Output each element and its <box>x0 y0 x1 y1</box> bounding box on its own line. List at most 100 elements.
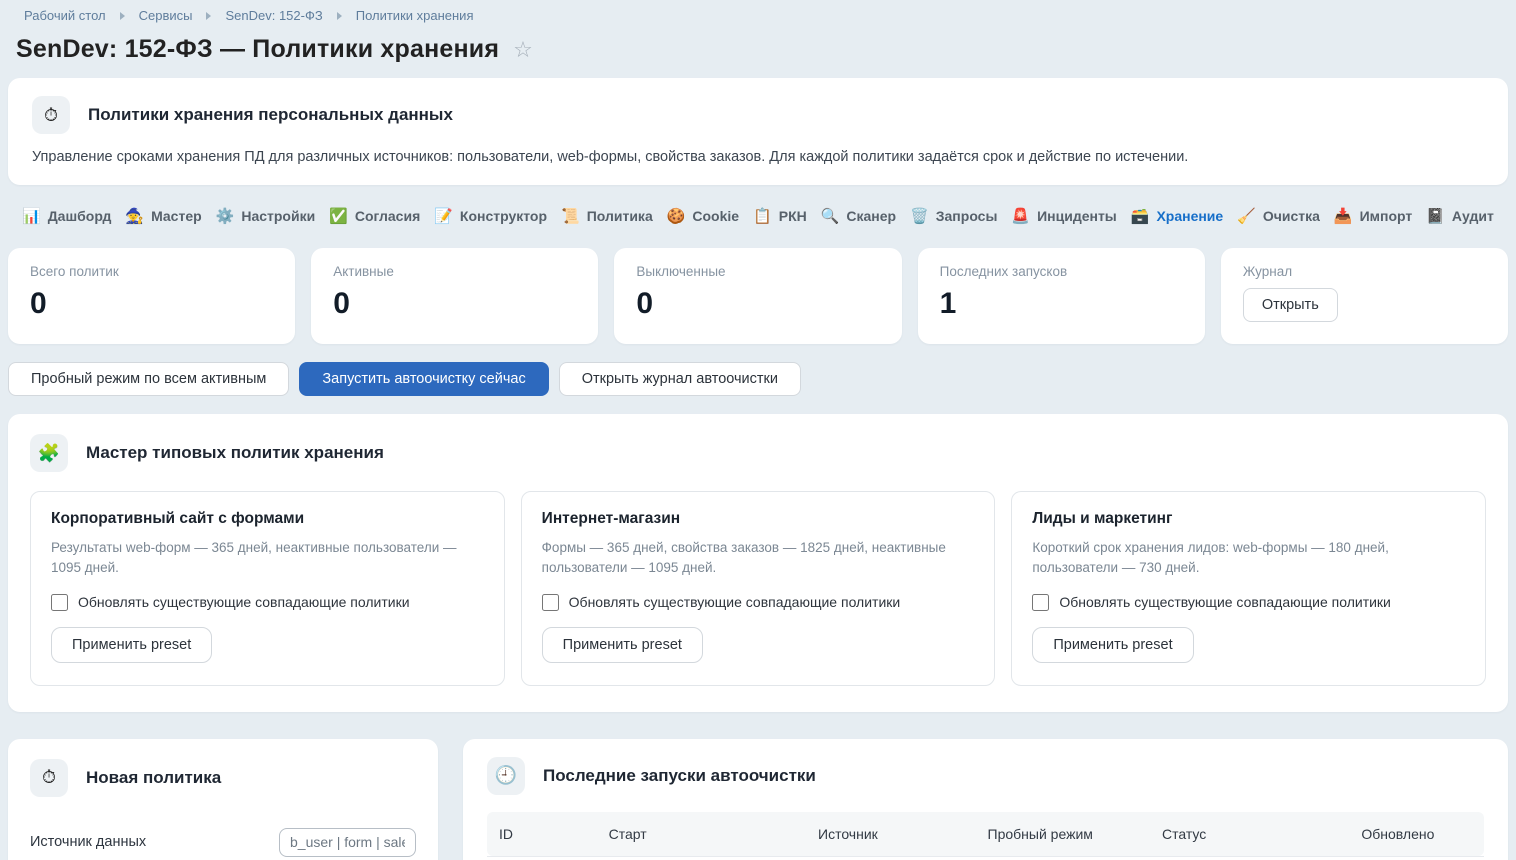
preset-card-leads: Лиды и маркетинг Короткий срок хранения … <box>1011 491 1486 686</box>
table-row: 1 20.03.2026 09:57:47 agent Нет Завершён… <box>487 856 1484 860</box>
tab-audit[interactable]: 📓Аудит <box>1426 207 1494 225</box>
page-title: SenDev: 152-ФЗ — Политики хранения <box>16 35 499 64</box>
puzzle-icon: 🧩 <box>30 434 68 472</box>
open-cleanup-journal-button[interactable]: Открыть журнал автоочистки <box>559 362 801 396</box>
apply-preset-button[interactable]: Применить preset <box>1032 627 1193 663</box>
memo-icon: 📝 <box>434 207 453 225</box>
new-policy-card: ⏱ Новая политика Источник данных Тип сущ… <box>8 739 438 860</box>
tab-cleanup[interactable]: 🧹Очистка <box>1237 207 1320 225</box>
apply-preset-button[interactable]: Применить preset <box>51 627 212 663</box>
tab-scanner[interactable]: 🔍Сканер <box>821 207 896 225</box>
stat-label: Активные <box>333 264 576 279</box>
scroll-icon: 📜 <box>561 207 580 225</box>
field-label: Источник данных <box>30 834 146 850</box>
stat-disabled: Выключенные 0 <box>614 248 901 344</box>
stat-active: Активные 0 <box>311 248 598 344</box>
run-dry-run: Нет <box>976 856 1150 860</box>
actions-row: Пробный режим по всем активным Запустить… <box>8 362 1508 396</box>
tab-dashboard[interactable]: 📊Дашборд <box>22 207 111 225</box>
runs-table: ID Старт Источник Пробный режим Статус О… <box>487 812 1484 860</box>
trash-icon: 🗑️ <box>910 207 929 225</box>
run-autocleanup-button[interactable]: Запустить автоочистку сейчас <box>299 362 548 396</box>
page: Рабочий стол Сервисы SenDev: 152-ФЗ Поли… <box>0 0 1516 860</box>
stat-journal: Журнал Открыть <box>1221 248 1508 344</box>
preset-title: Лиды и маркетинг <box>1032 510 1465 528</box>
header-title: Политики хранения персональных данных <box>88 105 453 125</box>
form-row-source: Источник данных <box>30 819 416 860</box>
stopwatch-icon: ⏱ <box>30 759 68 797</box>
open-journal-button[interactable]: Открыть <box>1243 288 1338 322</box>
preset-title: Интернет-магазин <box>542 510 975 528</box>
update-existing-checkbox[interactable] <box>1032 594 1049 611</box>
col-dry-run: Пробный режим <box>976 812 1150 857</box>
apply-preset-button[interactable]: Применить preset <box>542 627 703 663</box>
stat-value: 0 <box>636 287 879 321</box>
table-header-row: ID Старт Источник Пробный режим Статус О… <box>487 812 1484 857</box>
stat-value: 0 <box>30 287 273 321</box>
dashboard-icon: 📊 <box>22 207 41 225</box>
stat-value: 1 <box>940 287 1183 321</box>
col-start: Старт <box>597 812 806 857</box>
clock-icon: 🕘 <box>487 757 525 795</box>
tab-master[interactable]: 🧙Мастер <box>125 207 201 225</box>
breadcrumb-separator-icon <box>120 12 125 20</box>
col-updated: Обновлено <box>1349 812 1484 857</box>
update-existing-checkbox[interactable] <box>51 594 68 611</box>
col-status: Статус <box>1150 812 1349 857</box>
stat-label: Последних запусков <box>940 264 1183 279</box>
stat-label: Выключенные <box>636 264 879 279</box>
gear-icon: ⚙️ <box>216 207 235 225</box>
tab-consents[interactable]: ✅Согласия <box>329 207 420 225</box>
breadcrumb-separator-icon <box>337 12 342 20</box>
checkbox-label: Обновлять существующие совпадающие полит… <box>569 594 901 610</box>
data-source-input[interactable] <box>279 828 416 857</box>
wizard-icon: 🧙 <box>125 207 144 225</box>
col-source: Источник <box>806 812 975 857</box>
card-box-icon: 🗃️ <box>1131 207 1150 225</box>
favorite-star-icon[interactable]: ☆ <box>513 39 533 61</box>
search-icon: 🔍 <box>821 207 840 225</box>
tab-bar: 📊Дашборд 🧙Мастер ⚙️Настройки ✅Согласия 📝… <box>8 201 1508 231</box>
clipboard-icon: 📋 <box>753 207 772 225</box>
preset-description: Короткий срок хранения лидов: web-формы … <box>1032 538 1465 579</box>
breadcrumb-item-desktop[interactable]: Рабочий стол <box>24 8 106 23</box>
tab-cookie[interactable]: 🍪Cookie <box>667 207 739 225</box>
update-existing-checkbox[interactable] <box>542 594 559 611</box>
stat-value: 0 <box>333 287 576 321</box>
notebook-icon: 📓 <box>1426 207 1445 225</box>
inbox-icon: 📥 <box>1334 207 1353 225</box>
wizard-title: Мастер типовых политик хранения <box>86 443 384 463</box>
tab-requests[interactable]: 🗑️Запросы <box>910 207 997 225</box>
preset-card-corporate: Корпоративный сайт с формами Результаты … <box>30 491 505 686</box>
new-policy-title: Новая политика <box>86 768 221 788</box>
tab-settings[interactable]: ⚙️Настройки <box>216 207 316 225</box>
preset-card-shop: Интернет-магазин Формы — 365 дней, свойс… <box>521 491 996 686</box>
stat-label: Журнал <box>1243 264 1486 279</box>
header-description: Управление сроками хранения ПД для разли… <box>32 149 1484 165</box>
dry-run-all-button[interactable]: Пробный режим по всем активным <box>8 362 289 396</box>
presets-row: Корпоративный сайт с формами Результаты … <box>30 491 1486 686</box>
broom-icon: 🧹 <box>1237 207 1256 225</box>
header-card: ⏱ Политики хранения персональных данных … <box>8 78 1508 185</box>
runs-title: Последние запуски автоочистки <box>543 766 816 786</box>
bottom-row: ⏱ Новая политика Источник данных Тип сущ… <box>8 739 1508 860</box>
tab-storage[interactable]: 🗃️Хранение <box>1131 207 1223 225</box>
preset-title: Корпоративный сайт с формами <box>51 510 484 528</box>
check-icon: ✅ <box>329 207 348 225</box>
checkbox-label: Обновлять существующие совпадающие полит… <box>1059 594 1391 610</box>
tab-incidents[interactable]: 🚨Инциденты <box>1011 207 1116 225</box>
run-start: 20.03.2026 09:57:47 <box>597 856 806 860</box>
stats-row: Всего политик 0 Активные 0 Выключенные 0… <box>8 248 1508 344</box>
preset-description: Результаты web-форм — 365 дней, неактивн… <box>51 538 484 579</box>
tab-import[interactable]: 📥Импорт <box>1334 207 1412 225</box>
stat-label: Всего политик <box>30 264 273 279</box>
breadcrumb-item-module[interactable]: SenDev: 152-ФЗ <box>225 8 322 23</box>
stopwatch-icon: ⏱ <box>32 96 70 134</box>
runs-card: 🕘 Последние запуски автоочистки ID Старт… <box>463 739 1508 860</box>
breadcrumb-item-services[interactable]: Сервисы <box>139 8 193 23</box>
tab-rkn[interactable]: 📋РКН <box>753 207 807 225</box>
run-updated: 0 <box>1349 856 1484 860</box>
tab-constructor[interactable]: 📝Конструктор <box>434 207 547 225</box>
breadcrumb-item-current[interactable]: Политики хранения <box>356 8 474 23</box>
tab-policy[interactable]: 📜Политика <box>561 207 653 225</box>
